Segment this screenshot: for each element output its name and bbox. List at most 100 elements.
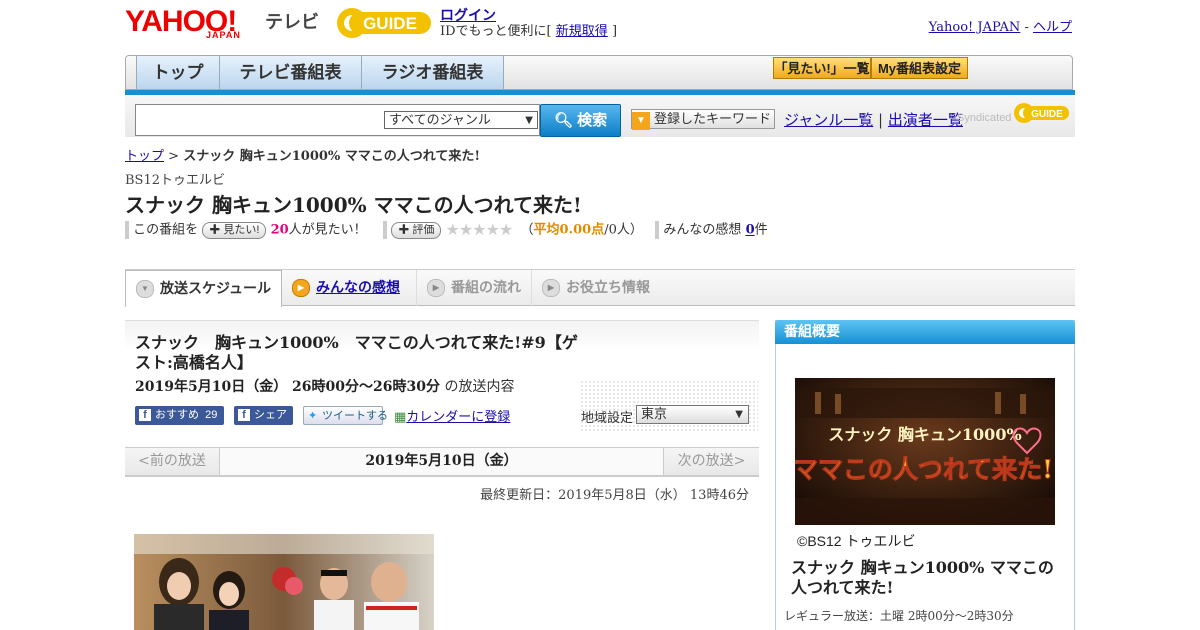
tab-schedule[interactable]: ▼ 放送スケジュール [125,270,282,307]
genre-select[interactable]: すべてのジャンル ▼ [384,111,538,129]
tab-info-label: お役立ち情報 [566,279,650,295]
prev-broadcast-button[interactable]: <前の放送 [125,448,220,475]
copyright-text: ©BS12 トゥエルビ [797,533,916,549]
episode-photo [134,534,434,630]
want-list-button[interactable]: 「見たい!」一覧 [773,57,871,79]
syndicated-gguide-text: GUIDE [1031,109,1063,120]
nav-tab-tv-schedule[interactable]: テレビ番組表 [220,56,362,89]
breadcrumb-current: スナック 胸キュン1000% ママこの人つれて来た! [183,149,481,164]
genre-list-link[interactable]: ジャンル一覧 [784,111,873,129]
chevron-down-icon: ▼ [136,280,154,299]
recommend-label: おすすめ [155,409,199,421]
key-visual-line1: スナック 胸キュン1000% [828,425,1021,444]
syndicated-label: Syndicated [957,112,1012,124]
tv-label: テレビ [265,12,319,32]
header-dash: - [1024,20,1029,35]
program-summary-heading: 番組概要 [775,320,1075,344]
nav-tab-top[interactable]: トップ [136,56,220,89]
id-line: IDでもっと便利に[ 新規取得 ] [440,20,617,39]
breadcrumb-sep: > [168,149,180,164]
calendar-icon: ▦ [394,410,407,425]
yahoo-japan-link[interactable]: Yahoo! JAPAN [929,20,1021,35]
search-button[interactable]: 🔍︎ 検索 [540,104,621,137]
calendar-register[interactable]: ▦カレンダーに登録 [394,406,510,425]
gguide-text: GUIDE [363,14,417,33]
rate-button-label: 評価 [412,223,435,236]
regular-broadcast: レギュラー放送：土曜 2時00分～2時30分 [784,609,1014,623]
id-prefix: IDでもっと便利に[ [440,24,552,39]
average-people: /0人） [604,222,643,238]
page-title: スナック 胸キュン1000% ママこの人つれて来た! [125,193,582,217]
facebook-icon: f [238,409,250,421]
episode-title: スナック 胸キュン1000% ママこの人つれて来た!#9【ゲスト:高橋名人】 [135,333,578,372]
average-score: 平均0.00点 [533,222,605,238]
current-broadcast-date: 2019年5月10日（金） [365,453,518,469]
want-suffix: 人が見たい！ [288,222,367,238]
channel-name: BS12トゥエルビ [125,173,226,188]
search-icon: 🔍︎ [553,112,573,129]
signup-link[interactable]: 新規取得 [556,24,608,39]
program-key-visual: スナック 胸キュン1000% ママこの人つれて来た! [795,378,1055,525]
comments-label: みんなの感想 [663,222,742,238]
nav-tab-radio-schedule[interactable]: ラジオ番組表 [362,56,504,89]
facebook-recommend-button[interactable]: f おすすめ 29 [135,406,224,425]
recommend-count: 29 [205,409,218,421]
facebook-share-button[interactable]: f シェア [234,406,293,425]
main-nav: トップ テレビ番組表 ラジオ番組表 「見たい!」一覧 My番組表設定 [125,55,1073,90]
registered-keywords-button[interactable]: ▼ 登録したキーワード [631,109,775,130]
search-links: ジャンル一覧 | 出演者一覧 [784,109,963,130]
calendar-link[interactable]: カレンダーに登録 [406,410,510,425]
link-separator: | [878,111,884,129]
triangle-down-icon: ▼ [632,112,650,130]
last-updated: 最終更新日：2019年5月8日（水） 13時46分 [480,488,749,503]
comments-suffix: 件 [754,222,768,238]
performer-list-link[interactable]: 出演者一覧 [888,111,963,129]
dropdown-arrow-icon: ▼ [525,115,533,126]
want-button-label: 見たい! [223,223,260,236]
episode-datetime: 2019年5月10日（金） 26時00分～26時30分 の放送内容 [135,376,514,396]
comments-count-link[interactable]: 0 [746,223,755,238]
yahoo-japan-label: JAPAN [206,30,241,40]
genre-select-value: すべてのジャンル [389,113,491,128]
next-broadcast-button[interactable]: 次の放送> [663,448,759,475]
breadcrumb-top[interactable]: トップ [125,149,164,164]
play-icon: ▶ [427,279,445,298]
share-label: シェア [254,409,287,421]
gguide-logo[interactable]: GUIDE [335,6,431,40]
facebook-icon: f [139,409,151,421]
syndicated-gguide-logo: GUIDE [1014,103,1069,123]
star-rating-icon: ★★★★★ [445,220,514,239]
want-button[interactable]: ✚ 見たい! [202,221,267,239]
twitter-bird-icon: ✦ [308,410,318,422]
region-select-value: 東京 [641,407,668,422]
program-tabs: ▼ 放送スケジュール ▶ みんなの感想 ▶ 番組の流れ ▶ お役立ち情報 [125,270,1075,307]
help-link[interactable]: ヘルプ [1033,20,1072,35]
dropdown-arrow-icon: ▼ [735,409,743,420]
divider [383,221,388,239]
broadcast-date-nav: <前の放送 2019年5月10日（金） 次の放送> [125,447,759,477]
search-button-label: 検索 [577,112,608,129]
region-select[interactable]: 東京 ▼ [636,405,749,424]
tab-comments[interactable]: ▶ みんなの感想 [282,270,417,306]
breadcrumb: トップ > スナック 胸キュン1000% ママこの人つれて来た! [125,145,480,164]
keywords-label: 登録したキーワード [654,111,772,126]
header-links: Yahoo! JAPAN - ヘルプ [929,16,1072,35]
tab-comments-label: みんなの感想 [316,279,400,295]
id-suffix: ] [611,24,618,39]
rating-bar: この番組を ✚ 見たい! 20人が見たい！ ✚ 評価 ★★★★★ （平均0.00… [125,220,825,240]
episode-datetime-suffix: の放送内容 [444,379,515,395]
rate-button[interactable]: ✚ 評価 [391,221,442,239]
my-schedule-button[interactable]: My番組表設定 [871,57,968,79]
tweet-label: ツイートする [322,410,388,422]
key-visual-line2: ママこの人つれて来た! [795,455,1053,484]
region-label: 地域設定 [581,411,634,426]
divider [125,221,129,239]
tab-info: ▶ お役立ち情報 [532,270,667,306]
tweet-button[interactable]: ✦ ツイートする [303,406,388,425]
sidebar-program-title: スナック 胸キュン1000% ママこの人つれて来た! [791,558,1054,597]
average-open: （ [520,222,534,238]
tab-flow-label: 番組の流れ [451,279,521,295]
episode-datetime-value: 2019年5月10日（金） 26時00分～26時30分 [135,379,440,395]
divider [655,221,660,239]
want-count: 20 [270,222,289,238]
